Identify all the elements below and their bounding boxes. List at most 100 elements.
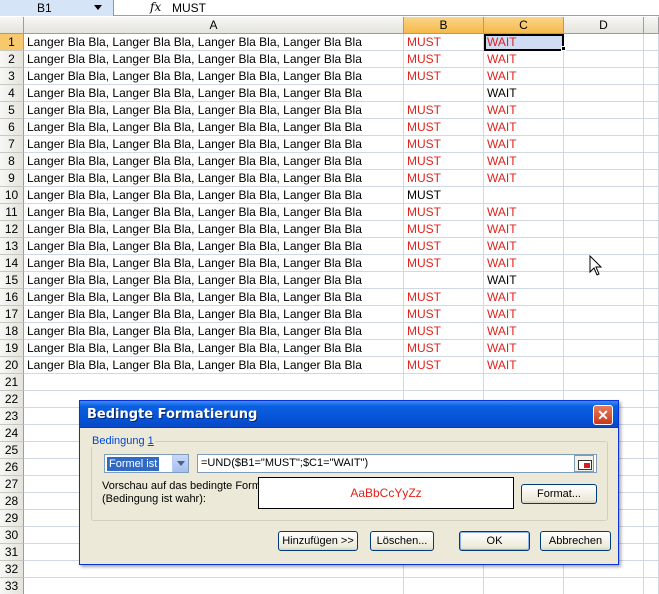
cell-a[interactable]: Langer Bla Bla, Langer Bla Bla, Langer B… — [24, 306, 404, 323]
close-icon[interactable]: ✕ — [593, 405, 613, 425]
add-condition-button[interactable]: Hinzufügen >> — [278, 531, 358, 551]
cell-c[interactable]: WAIT — [484, 153, 564, 170]
cell-e[interactable] — [644, 493, 659, 510]
cell-c[interactable]: WAIT — [484, 323, 564, 340]
cell-b[interactable] — [404, 272, 484, 289]
cell-e[interactable] — [644, 510, 659, 527]
column-header-d[interactable]: D — [564, 17, 644, 34]
cell-e[interactable] — [644, 544, 659, 561]
cell-d[interactable] — [564, 289, 644, 306]
cell-e[interactable] — [644, 272, 659, 289]
condition-formula-input[interactable]: =UND($B1="MUST";$C1="WAIT") — [197, 454, 597, 473]
cell-d[interactable] — [564, 323, 644, 340]
row-header[interactable]: 23 — [0, 408, 24, 425]
cell-e[interactable] — [644, 238, 659, 255]
row-header[interactable]: 14 — [0, 255, 24, 272]
cell-c[interactable] — [484, 374, 564, 391]
cell-a[interactable]: Langer Bla Bla, Langer Bla Bla, Langer B… — [24, 204, 404, 221]
cell-a[interactable]: Langer Bla Bla, Langer Bla Bla, Langer B… — [24, 85, 404, 102]
row-header[interactable]: 10 — [0, 187, 24, 204]
cell-a[interactable]: Langer Bla Bla, Langer Bla Bla, Langer B… — [24, 119, 404, 136]
cell-a[interactable]: Langer Bla Bla, Langer Bla Bla, Langer B… — [24, 187, 404, 204]
cell-d[interactable] — [564, 102, 644, 119]
cell-d[interactable] — [564, 221, 644, 238]
cell-d[interactable] — [564, 204, 644, 221]
condition-type-select[interactable]: Formel ist — [104, 454, 189, 473]
row-header[interactable]: 3 — [0, 68, 24, 85]
cell-a[interactable]: Langer Bla Bla, Langer Bla Bla, Langer B… — [24, 289, 404, 306]
row-header[interactable]: 24 — [0, 425, 24, 442]
select-all-corner[interactable] — [0, 17, 24, 34]
cell-e[interactable] — [644, 459, 659, 476]
row-header[interactable]: 1 — [0, 34, 24, 51]
cell-e[interactable] — [644, 306, 659, 323]
column-header-e[interactable] — [644, 17, 659, 34]
formula-input[interactable]: MUST — [172, 1, 206, 15]
cell-c[interactable]: WAIT — [484, 34, 564, 51]
row-header[interactable]: 18 — [0, 323, 24, 340]
row-header[interactable]: 16 — [0, 289, 24, 306]
cell-d[interactable] — [564, 34, 644, 51]
cell-b[interactable]: MUST — [404, 340, 484, 357]
cell-b[interactable]: MUST — [404, 238, 484, 255]
cell-d[interactable] — [564, 68, 644, 85]
row-header[interactable]: 19 — [0, 340, 24, 357]
cell-e[interactable] — [644, 442, 659, 459]
cell-d[interactable] — [564, 272, 644, 289]
cell-d[interactable] — [564, 306, 644, 323]
cell-e[interactable] — [644, 153, 659, 170]
delete-condition-button[interactable]: Löschen... — [370, 531, 434, 551]
cell-b[interactable]: MUST — [404, 102, 484, 119]
row-header[interactable]: 17 — [0, 306, 24, 323]
cell-e[interactable] — [644, 85, 659, 102]
cell-e[interactable] — [644, 357, 659, 374]
row-header[interactable]: 9 — [0, 170, 24, 187]
cell-b[interactable]: MUST — [404, 357, 484, 374]
cell-e[interactable] — [644, 34, 659, 51]
cell-b[interactable]: MUST — [404, 306, 484, 323]
cell-c[interactable]: WAIT — [484, 272, 564, 289]
cell-d[interactable] — [564, 374, 644, 391]
cell-e[interactable] — [644, 527, 659, 544]
cell-a[interactable]: Langer Bla Bla, Langer Bla Bla, Langer B… — [24, 153, 404, 170]
cell-d[interactable] — [564, 187, 644, 204]
row-header[interactable]: 32 — [0, 561, 24, 578]
cell-c[interactable]: WAIT — [484, 306, 564, 323]
cell-d[interactable] — [564, 340, 644, 357]
row-header[interactable]: 15 — [0, 272, 24, 289]
row-header[interactable]: 4 — [0, 85, 24, 102]
cell-e[interactable] — [644, 170, 659, 187]
ok-button[interactable]: OK — [459, 531, 530, 551]
function-icon[interactable]: fx — [150, 0, 161, 14]
row-header[interactable]: 25 — [0, 442, 24, 459]
cell-a[interactable]: Langer Bla Bla, Langer Bla Bla, Langer B… — [24, 136, 404, 153]
cell-e[interactable] — [644, 476, 659, 493]
cell-b[interactable]: MUST — [404, 323, 484, 340]
cell-e[interactable] — [644, 51, 659, 68]
cell-a[interactable] — [24, 374, 404, 391]
cell-a[interactable]: Langer Bla Bla, Langer Bla Bla, Langer B… — [24, 238, 404, 255]
row-header[interactable]: 7 — [0, 136, 24, 153]
format-button[interactable]: Format... — [521, 484, 597, 504]
row-header[interactable]: 28 — [0, 493, 24, 510]
row-header[interactable]: 30 — [0, 527, 24, 544]
cell-c[interactable]: WAIT — [484, 221, 564, 238]
cell-c[interactable] — [484, 578, 564, 594]
row-header[interactable]: 12 — [0, 221, 24, 238]
cell-a[interactable]: Langer Bla Bla, Langer Bla Bla, Langer B… — [24, 102, 404, 119]
cell-b[interactable] — [404, 85, 484, 102]
row-header[interactable]: 31 — [0, 544, 24, 561]
row-header[interactable]: 20 — [0, 357, 24, 374]
cell-b[interactable]: MUST — [404, 51, 484, 68]
cell-a[interactable]: Langer Bla Bla, Langer Bla Bla, Langer B… — [24, 221, 404, 238]
cell-b[interactable]: MUST — [404, 34, 484, 51]
cell-a[interactable]: Langer Bla Bla, Langer Bla Bla, Langer B… — [24, 323, 404, 340]
cell-a[interactable]: Langer Bla Bla, Langer Bla Bla, Langer B… — [24, 357, 404, 374]
cell-b[interactable]: MUST — [404, 153, 484, 170]
cell-b[interactable]: MUST — [404, 255, 484, 272]
cell-c[interactable] — [484, 187, 564, 204]
cell-c[interactable]: WAIT — [484, 255, 564, 272]
cell-a[interactable]: Langer Bla Bla, Langer Bla Bla, Langer B… — [24, 51, 404, 68]
row-header[interactable]: 2 — [0, 51, 24, 68]
cell-a[interactable] — [24, 578, 404, 594]
